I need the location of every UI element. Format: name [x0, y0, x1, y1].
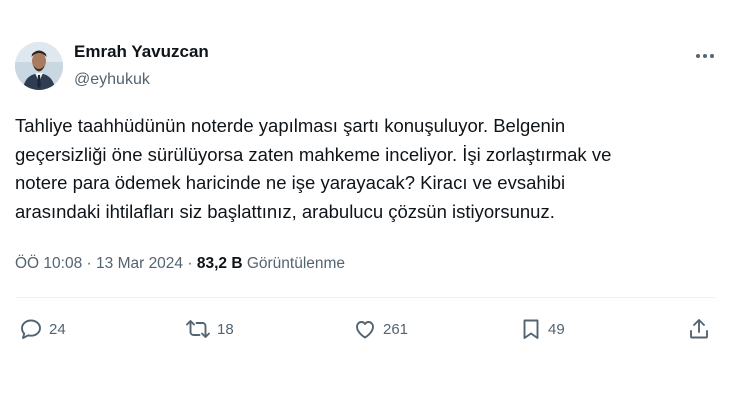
bookmark-icon — [520, 317, 542, 341]
action-bar: 24 18 261 49 — [0, 314, 730, 344]
tweet-text: Tahliye taahhüdünün noterde yapılması şa… — [15, 112, 705, 226]
tweet-date[interactable]: 13 Mar 2024 — [96, 255, 183, 272]
tweet-text-line: arasındaki ihtilafları siz başlattınız, … — [15, 200, 555, 222]
more-dots-icon — [695, 53, 715, 59]
heart-icon — [353, 317, 377, 341]
like-button[interactable]: 261 — [353, 314, 408, 344]
share-button[interactable] — [687, 314, 711, 344]
more-options-button[interactable] — [692, 46, 718, 66]
bookmark-button[interactable]: 49 — [520, 314, 565, 344]
reply-button[interactable]: 24 — [19, 314, 66, 344]
meta-separator: · — [86, 255, 92, 272]
retweet-icon — [185, 317, 211, 341]
views-count: 83,2 B — [196, 255, 243, 272]
tweet-text-line: notere para ödemek haricinde ne işe yara… — [15, 172, 566, 193]
avatar[interactable] — [15, 42, 63, 90]
retweet-button[interactable]: 18 — [185, 314, 234, 344]
tweet-time[interactable]: ÖÖ 10:08 — [15, 255, 82, 272]
tweet-text-line: Tahliye taahhüdünün noterde yapılması şa… — [15, 115, 566, 136]
author-handle[interactable]: @eyhukuk — [74, 70, 150, 89]
retweet-count: 18 — [217, 320, 234, 338]
reply-count: 24 — [49, 320, 66, 338]
like-count: 261 — [383, 320, 409, 338]
tweet-metadata: ÖÖ 10:08 · 13 Mar 2024 · 83,2 B Görüntül… — [15, 254, 345, 274]
meta-separator: · — [187, 255, 193, 272]
divider — [15, 297, 715, 298]
tweet-text-line: geçersizliği öne sürülüyorsa zaten mahke… — [15, 143, 612, 165]
author-display-name[interactable]: Emrah Yavuzcan — [74, 42, 209, 62]
share-icon — [687, 317, 711, 341]
views-label: Görüntülenme — [246, 255, 346, 272]
reply-icon — [19, 317, 43, 341]
tweet-card: Emrah Yavuzcan @eyhukuk Tahliye taahhüdü… — [0, 0, 730, 420]
bookmark-count: 49 — [548, 320, 565, 338]
